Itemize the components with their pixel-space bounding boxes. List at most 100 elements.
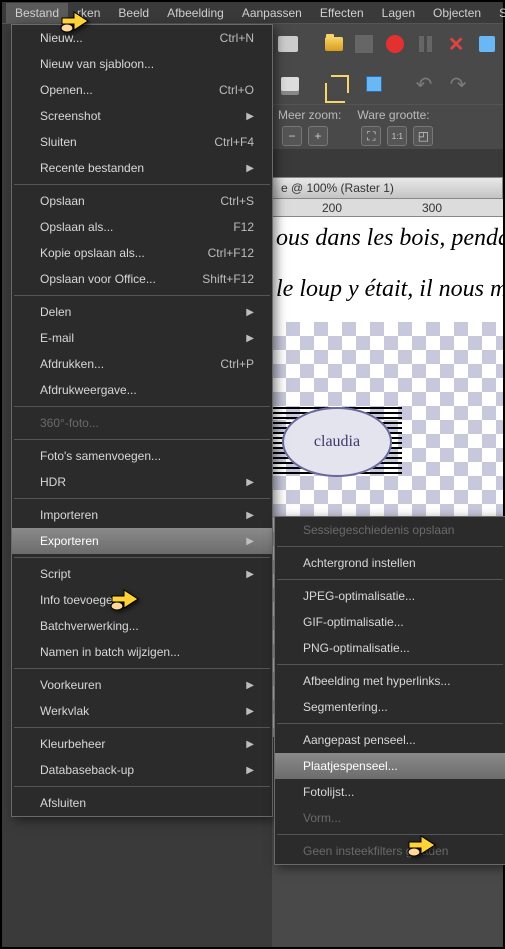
file-menu-separator <box>14 668 270 669</box>
open-button[interactable] <box>321 30 346 58</box>
file-menu-separator <box>14 557 270 558</box>
file-menu-item-openen[interactable]: Openen...Ctrl+O <box>12 77 272 103</box>
menu-item-label: Kopie opslaan als... <box>40 246 145 260</box>
file-menu-separator <box>14 439 270 440</box>
watermark-claudia: claudia <box>282 407 392 477</box>
browse-button[interactable] <box>276 30 301 58</box>
close-button[interactable]: ✕ <box>444 30 469 58</box>
menu-item-label: Batchverwerking... <box>40 619 139 633</box>
export-menu-item-gif-optimalisatie[interactable]: GIF-optimalisatie... <box>275 609 505 635</box>
submenu-arrow-icon: ▶ <box>246 739 254 750</box>
zoom-label: Meer zoom: <box>278 108 341 122</box>
file-menu-item-voorkeuren[interactable]: Voorkeuren▶ <box>12 672 272 698</box>
menu-selecties[interactable]: Sele <box>490 3 505 23</box>
menu-bestand[interactable]: Bestand <box>6 3 68 23</box>
export-menu-item-png-optimalisatie[interactable]: PNG-optimalisatie... <box>275 635 505 661</box>
export-menu-item-plaatjespenseel[interactable]: Plaatjespenseel... <box>275 753 505 779</box>
export-menu-item-afbeelding-met-hyperlinks[interactable]: Afbeelding met hyperlinks... <box>275 668 505 694</box>
file-menu-item-recente-bestanden[interactable]: Recente bestanden▶ <box>12 155 272 181</box>
menu-item-label: Afdrukweergave... <box>40 383 137 397</box>
file-menu-item-opslaan-voor-office[interactable]: Opslaan voor Office...Shift+F12 <box>12 266 272 292</box>
file-menu-item-sluiten[interactable]: SluitenCtrl+F4 <box>12 129 272 155</box>
menu-item-label: Segmentering... <box>303 700 388 714</box>
menu-item-label: Importeren <box>40 508 98 522</box>
file-menu-separator <box>14 727 270 728</box>
pause-button[interactable] <box>413 30 438 58</box>
undo-button[interactable]: ↶ <box>410 70 438 98</box>
file-menu-item-screenshot[interactable]: Screenshot▶ <box>12 103 272 129</box>
menu-item-label: GIF-optimalisatie... <box>303 615 404 629</box>
menu-shortcut: Ctrl+S <box>220 194 254 208</box>
menu-item-label: Exporteren <box>40 534 99 548</box>
file-menu-item-360-foto: 360°-foto... <box>12 410 272 436</box>
zoom-in-button[interactable]: + <box>308 126 328 146</box>
file-menu-item-foto-s-samenvoegen[interactable]: Foto's samenvoegen... <box>12 443 272 469</box>
submenu-arrow-icon: ▶ <box>246 163 254 174</box>
menu-item-label: Delen <box>40 305 71 319</box>
menu-item-label: Opslaan <box>40 194 85 208</box>
menu-item-label: Plaatjespenseel... <box>303 759 398 773</box>
print-button[interactable] <box>276 70 304 98</box>
menu-item-label: Sessiegeschiedenis opslaan <box>303 523 454 537</box>
file-menu-item-batchverwerking[interactable]: Batchverwerking... <box>12 613 272 639</box>
export-menu-item-sessiegeschiedenis-opslaan: Sessiegeschiedenis opslaan <box>275 517 505 543</box>
menu-item-label: Kleurbeheer <box>40 737 105 751</box>
file-menu-separator <box>14 184 270 185</box>
file-menu-item-delen[interactable]: Delen▶ <box>12 299 272 325</box>
file-menu-item-opslaan[interactable]: Opslaan Ctrl+S <box>12 188 272 214</box>
file-menu-item-exporteren[interactable]: Exporteren▶ <box>12 528 272 554</box>
file-menu-item-importeren[interactable]: Importeren▶ <box>12 502 272 528</box>
file-menu-item-afsluiten[interactable]: Afsluiten <box>12 790 272 816</box>
menu-item-label: PNG-optimalisatie... <box>303 641 410 655</box>
stop-button[interactable] <box>352 30 377 58</box>
export-menu-item-fotolijst[interactable]: Fotolijst... <box>275 779 505 805</box>
file-menu-item-nieuw[interactable]: Nieuw...Ctrl+N <box>12 25 272 51</box>
file-menu-item-afdrukken[interactable]: Afdrukken...Ctrl+P <box>12 351 272 377</box>
file-menu-item-opslaan-als[interactable]: Opslaan als...F12 <box>12 214 272 240</box>
zoom-large-button[interactable]: ◰ <box>413 126 433 146</box>
file-menu-item-namen-in-batch-wijzigen[interactable]: Namen in batch wijzigen... <box>12 639 272 665</box>
zoom-1-1-button[interactable]: 1:1 <box>387 126 407 146</box>
export-menu-item-segmentering[interactable]: Segmentering... <box>275 694 505 720</box>
menu-shortcut: F12 <box>233 220 254 234</box>
save-button[interactable] <box>474 30 499 58</box>
horizontal-ruler: 200 300 <box>272 199 503 217</box>
menu-shortcut: Ctrl+F4 <box>214 135 254 149</box>
menu-effecten[interactable]: Effecten <box>311 3 373 23</box>
menu-item-label: JPEG-optimalisatie... <box>303 589 415 603</box>
file-menu-item-werkvlak[interactable]: Werkvlak▶ <box>12 698 272 724</box>
menu-aanpassen[interactable]: Aanpassen <box>233 3 311 23</box>
export-menu-item-achtergrond-instellen[interactable]: Achtergrond instellen <box>275 550 505 576</box>
file-menu-separator <box>14 498 270 499</box>
file-menu-item-e-mail[interactable]: E-mail▶ <box>12 325 272 351</box>
menu-item-label: Opslaan voor Office... <box>40 272 156 286</box>
submenu-arrow-icon: ▶ <box>246 477 254 488</box>
menu-beeld[interactable]: Beeld <box>109 3 158 23</box>
file-menu-item-kopie-opslaan-als[interactable]: Kopie opslaan als... Ctrl+F12 <box>12 240 272 266</box>
menu-item-label: Screenshot <box>40 109 101 123</box>
menu-item-label: Databaseback-up <box>40 763 134 777</box>
resize-button[interactable] <box>360 70 388 98</box>
record-button[interactable] <box>383 30 408 58</box>
menu-lagen[interactable]: Lagen <box>373 3 424 23</box>
menu-afbeelding[interactable]: Afbeelding <box>158 3 233 23</box>
file-menu-item-databaseback-up[interactable]: Databaseback-up▶ <box>12 757 272 783</box>
redo-button[interactable]: ↷ <box>444 70 472 98</box>
toolbar-row-1: ✕ <box>272 24 503 64</box>
zoom-out-button[interactable]: − <box>282 126 302 146</box>
fit-button[interactable]: ⛶ <box>361 126 381 146</box>
export-menu-item-aangepast-penseel[interactable]: Aangepast penseel... <box>275 727 505 753</box>
menu-objecten[interactable]: Objecten <box>424 3 490 23</box>
export-menu-item-jpeg-optimalisatie[interactable]: JPEG-optimalisatie... <box>275 583 505 609</box>
file-menu-item-kleurbeheer[interactable]: Kleurbeheer ▶ <box>12 731 272 757</box>
menu-shortcut: Ctrl+F12 <box>208 246 254 260</box>
file-menu-item-nieuw-van-sjabloon[interactable]: Nieuw van sjabloon... <box>12 51 272 77</box>
export-menu-item-geen-insteekfilters-geladen: Geen insteekfilters geladen <box>275 838 505 864</box>
pointer-cursor-1 <box>60 6 100 36</box>
file-menu-item-afdrukweergave[interactable]: Afdrukweergave... <box>12 377 272 403</box>
crop-button[interactable] <box>326 70 354 98</box>
file-menu-item-hdr[interactable]: HDR▶ <box>12 469 272 495</box>
file-menu-separator <box>14 295 270 296</box>
submenu-arrow-icon: ▶ <box>246 706 254 717</box>
actual-size-label: Ware grootte: <box>357 108 433 122</box>
